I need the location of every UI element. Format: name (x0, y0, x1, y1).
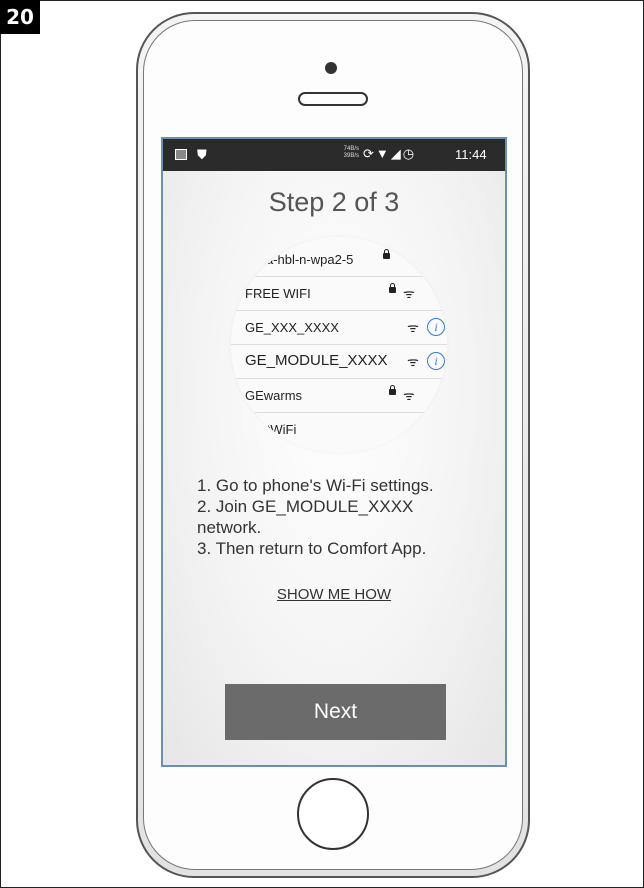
wifi-network-name: GE_MODULE_XXXX (245, 352, 388, 369)
wifi-signal-icon: ᯤ (403, 388, 415, 403)
alarm-icon: ◷ (402, 146, 417, 161)
info-icon[interactable]: i (427, 352, 445, 370)
status-bar: ⛊ 74B/s 39B/s ⟳▼◢◷ 11:44 (163, 139, 505, 171)
wifi-network-item[interactable]: emia-hbl-n-wpa2-5 (231, 243, 447, 277)
instruction-line: 2. Join GE_MODULE_XXXX (197, 497, 414, 516)
speaker-grille (298, 92, 368, 106)
camera-icon (325, 62, 337, 74)
status-time: 11:44 (455, 147, 487, 162)
wifi-icon: ▼ (375, 146, 391, 161)
wifi-network-item-ge-module[interactable]: GE_MODULE_XXXX ᯤ i (231, 345, 447, 379)
wifi-network-item[interactable]: GE_XXX_XXXX ᯤ i (231, 311, 447, 345)
instruction-line: network. (197, 518, 262, 537)
next-button[interactable]: Next (225, 684, 446, 740)
lock-icon (389, 283, 396, 293)
instruction-line: 3. Then return to Comfort App. (197, 539, 427, 558)
wifi-signal-icon: ᯤ (407, 320, 419, 335)
lock-icon (389, 385, 396, 395)
wifi-network-name: estWiFi (253, 422, 297, 437)
wifi-signal-icon: ᯤ (407, 354, 419, 369)
wifi-network-name: emia-hbl-n-wpa2-5 (245, 252, 354, 267)
figure-number-badge: 20 (0, 0, 40, 34)
wifi-network-item[interactable]: GEwarms ᯤ (231, 379, 447, 413)
wifi-network-name: GEwarms (245, 388, 303, 403)
instruction-line: 1. Go to phone's Wi-Fi settings. (197, 476, 434, 495)
home-button[interactable] (297, 778, 369, 850)
show-me-how-link[interactable]: SHOW ME HOW (277, 586, 391, 603)
info-icon[interactable]: i (427, 318, 445, 336)
show-me-how-container: SHOW ME HOW (163, 586, 505, 603)
status-icons: ⟳▼◢◷ (363, 146, 416, 162)
wifi-network-item[interactable]: estWiFi (231, 413, 447, 447)
wifi-signal-icon: ᯤ (403, 286, 415, 301)
lock-icon (383, 249, 390, 259)
wifi-list-magnifier: emia-hbl-n-wpa2-5 FREE WIFI ᯤ GE_XXX_XXX… (231, 237, 447, 453)
phone-screen: ⛊ 74B/s 39B/s ⟳▼◢◷ 11:44 Step 2 of 3 emi… (161, 137, 507, 767)
setup-instructions: 1. Go to phone's Wi-Fi settings. 2. Join… (197, 475, 487, 559)
shield-icon: ⛊ (197, 147, 207, 162)
wifi-network-item[interactable]: FREE WIFI ᯤ (231, 277, 447, 311)
sync-icon: ⟳ (363, 146, 376, 161)
wifi-network-name: GE_XXX_XXXX (245, 320, 339, 335)
cell-signal-icon: ◢ (390, 146, 403, 161)
wifi-network-name: FREE WIFI (245, 286, 311, 301)
network-speed: 74B/s 39B/s (343, 146, 359, 159)
page-title: Step 2 of 3 (268, 187, 400, 217)
image-notification-icon (175, 149, 187, 160)
